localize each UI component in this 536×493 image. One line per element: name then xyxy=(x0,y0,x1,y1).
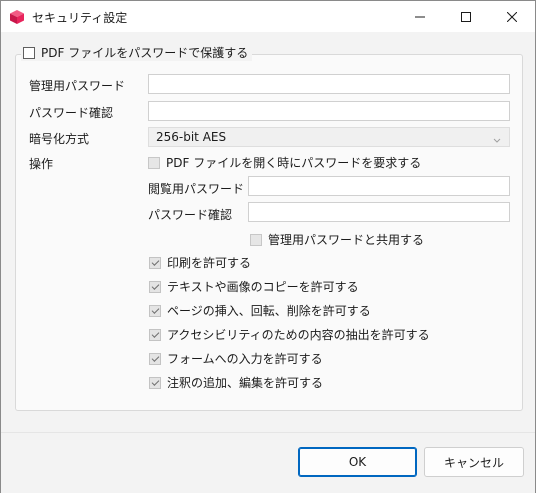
admin-password-input[interactable] xyxy=(148,74,510,94)
operations-label: 操作 xyxy=(29,157,54,171)
protect-pdf-label: PDF ファイルをパスワードで保護する xyxy=(41,46,249,60)
security-settings-dialog: セキュリティ設定 PDF ファイルをパスワードで保護する 管理用パスワード パス… xyxy=(0,0,536,493)
share-with-admin-checkbox[interactable] xyxy=(250,233,262,246)
encryption-value: 256-bit AES xyxy=(156,130,227,144)
permission-label: ページの挿入、回転、削除を許可する xyxy=(167,304,371,318)
confirm-password-label: パスワード確認 xyxy=(29,106,114,120)
confirm-password-input[interactable] xyxy=(148,101,510,121)
permission-checkbox[interactable] xyxy=(149,352,161,365)
view-password-label: 閲覧用パスワード xyxy=(148,182,245,196)
close-icon xyxy=(507,11,517,22)
cancel-button[interactable]: キャンセル xyxy=(424,447,524,477)
minimize-button[interactable] xyxy=(397,1,443,32)
permission-row[interactable]: フォームへの入力を許可する xyxy=(149,350,323,367)
permission-row[interactable]: テキストや画像のコピーを許可する xyxy=(149,278,359,295)
protect-pdf-checkbox-row[interactable]: PDF ファイルをパスワードで保護する xyxy=(21,44,253,61)
permission-label: フォームへの入力を許可する xyxy=(167,352,323,366)
minimize-icon xyxy=(415,16,425,17)
maximize-button[interactable] xyxy=(443,1,489,32)
permission-row[interactable]: 注釈の追加、編集を許可する xyxy=(149,374,323,391)
permission-checkbox[interactable] xyxy=(149,328,161,341)
permission-label: アクセシビリティのための内容の抽出を許可する xyxy=(167,328,430,342)
permission-row[interactable]: ページの挿入、回転、削除を許可する xyxy=(149,302,371,319)
require-open-password-checkbox[interactable] xyxy=(148,156,160,169)
encryption-label: 暗号化方式 xyxy=(29,132,90,146)
permission-label: 注釈の追加、編集を許可する xyxy=(167,376,324,390)
require-open-password-row[interactable]: PDF ファイルを開く時にパスワードを要求する xyxy=(148,154,421,171)
share-with-admin-label: 管理用パスワードと共用する xyxy=(268,233,425,247)
view-password-input[interactable] xyxy=(248,176,510,196)
permission-row[interactable]: 印刷を許可する xyxy=(149,254,251,271)
view-confirm-password-input[interactable] xyxy=(248,202,510,222)
permission-row[interactable]: アクセシビリティのための内容の抽出を許可する xyxy=(149,326,430,343)
require-open-password-label: PDF ファイルを開く時にパスワードを要求する xyxy=(166,156,422,170)
protect-pdf-checkbox[interactable] xyxy=(23,46,35,59)
permission-checkbox[interactable] xyxy=(149,280,161,293)
ok-button[interactable]: OK xyxy=(298,447,417,477)
admin-password-label: 管理用パスワード xyxy=(29,79,126,93)
permission-checkbox[interactable] xyxy=(149,304,161,317)
permission-label: 印刷を許可する xyxy=(167,256,252,270)
permission-checkbox[interactable] xyxy=(149,256,161,269)
chevron-down-icon xyxy=(493,132,501,150)
share-with-admin-row[interactable]: 管理用パスワードと共用する xyxy=(250,231,424,248)
dialog-body: PDF ファイルをパスワードで保護する 管理用パスワード パスワード確認 暗号化… xyxy=(1,32,535,432)
close-button[interactable] xyxy=(489,1,535,32)
encryption-select[interactable]: 256-bit AES xyxy=(148,127,510,147)
app-cube-icon xyxy=(9,9,25,25)
permission-label: テキストや画像のコピーを許可する xyxy=(167,280,359,294)
view-confirm-password-label: パスワード確認 xyxy=(148,208,233,222)
title-bar: セキュリティ設定 xyxy=(1,1,535,32)
permission-checkbox[interactable] xyxy=(149,376,161,389)
window-title: セキュリティ設定 xyxy=(32,11,128,25)
maximize-icon xyxy=(461,11,471,22)
